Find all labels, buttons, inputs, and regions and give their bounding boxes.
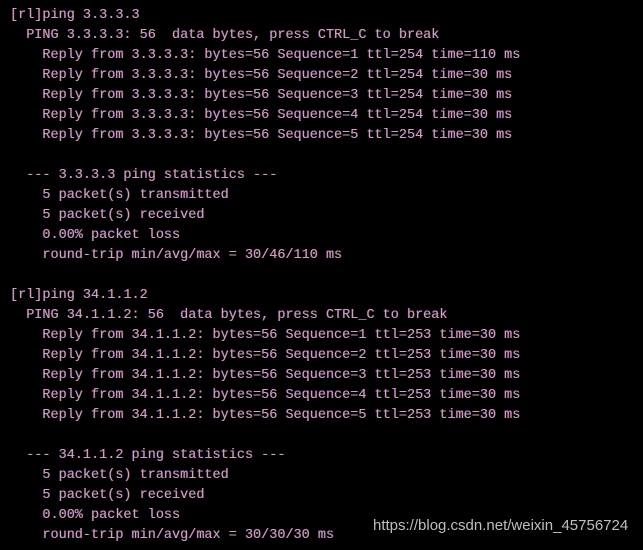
terminal-line: Reply from 34.1.1.2: bytes=56 Sequence=5… — [10, 408, 521, 423]
terminal-line: 5 packet(s) received — [10, 488, 205, 503]
terminal-output-pane[interactable]: [rl]ping 3.3.3.3 PING 3.3.3.3: 56 data b… — [0, 0, 643, 550]
terminal-line: [rl]ping 34.1.1.2 — [10, 288, 148, 303]
terminal-line: [rl]ping 3.3.3.3 — [10, 8, 140, 23]
terminal-line: 0.00% packet loss — [10, 228, 181, 243]
terminal-line: Reply from 3.3.3.3: bytes=56 Sequence=4 … — [10, 108, 513, 123]
terminal-line: --- 3.3.3.3 ping statistics --- — [10, 168, 278, 183]
terminal-line: Reply from 34.1.1.2: bytes=56 Sequence=3… — [10, 368, 521, 383]
terminal-line: --- 34.1.1.2 ping statistics --- — [10, 448, 286, 463]
terminal-line: 5 packet(s) transmitted — [10, 188, 229, 203]
terminal-line: 0.00% packet loss — [10, 508, 181, 523]
terminal-line: round-trip min/avg/max = 30/46/110 ms — [10, 248, 343, 263]
terminal-line: Reply from 3.3.3.3: bytes=56 Sequence=2 … — [10, 68, 513, 83]
terminal-line: Reply from 3.3.3.3: bytes=56 Sequence=5 … — [10, 128, 513, 143]
terminal-line: 5 packet(s) received — [10, 208, 205, 223]
terminal-line: 5 packet(s) transmitted — [10, 468, 229, 483]
terminal-line: Reply from 34.1.1.2: bytes=56 Sequence=4… — [10, 388, 521, 403]
terminal-line: round-trip min/avg/max = 30/30/30 ms — [10, 528, 335, 543]
terminal-line: Reply from 34.1.1.2: bytes=56 Sequence=2… — [10, 348, 521, 363]
terminal-line: Reply from 34.1.1.2: bytes=56 Sequence=1… — [10, 328, 521, 343]
terminal-line: Reply from 3.3.3.3: bytes=56 Sequence=1 … — [10, 48, 521, 63]
terminal-line: PING 3.3.3.3: 56 data bytes, press CTRL_… — [10, 28, 440, 43]
terminal-line: Reply from 3.3.3.3: bytes=56 Sequence=3 … — [10, 88, 513, 103]
terminal-line: PING 34.1.1.2: 56 data bytes, press CTRL… — [10, 308, 448, 323]
